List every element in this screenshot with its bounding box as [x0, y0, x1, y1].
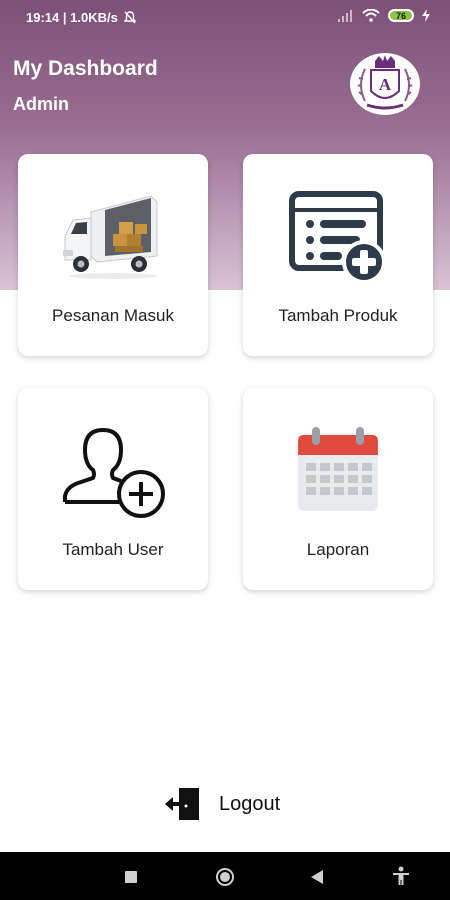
add-user-card[interactable]: Tambah User: [18, 388, 208, 590]
user-role: Admin: [13, 94, 69, 114]
delivery-truck-icon: [18, 188, 208, 284]
report-card[interactable]: Laporan: [243, 388, 433, 590]
status-left: 19:14 | 1.0KB/s: [26, 10, 136, 25]
calendar-icon: [243, 422, 433, 518]
app-logo: A: [350, 53, 420, 115]
charging-icon: [422, 9, 430, 22]
incoming-orders-card[interactable]: Pesanan Masuk: [18, 154, 208, 356]
status-bar: 19:14 | 1.0KB/s 76: [0, 0, 450, 36]
system-nav-bar: [0, 852, 450, 900]
logo-letter: A: [379, 75, 392, 94]
page-title: My Dashboard: [13, 57, 158, 80]
logout-icon: [165, 788, 199, 820]
logout-label: Logout: [219, 792, 281, 815]
back-icon[interactable]: [310, 869, 324, 885]
add-product-card[interactable]: Tambah Produk: [243, 154, 433, 356]
add-user-icon: [18, 422, 208, 518]
battery-icon: 76: [388, 9, 414, 22]
status-time-speed: 19:14 | 1.0KB/s: [26, 10, 118, 25]
incoming-orders-label: Pesanan Masuk: [52, 306, 174, 325]
notifications-off-icon: [123, 11, 136, 24]
recent-apps-icon[interactable]: [124, 870, 138, 884]
crest-logo-icon: A: [357, 55, 413, 110]
signal-icon: [338, 9, 352, 22]
logout-button[interactable]: Logout: [165, 786, 280, 822]
report-label: Laporan: [306, 540, 370, 559]
wifi-icon: [362, 9, 380, 22]
status-right: 76: [338, 9, 430, 22]
add-user-label: Tambah User: [62, 540, 164, 559]
accessibility-icon[interactable]: [392, 866, 410, 886]
add-list-icon: [243, 188, 433, 284]
home-icon[interactable]: [215, 867, 235, 887]
add-product-label: Tambah Produk: [278, 306, 398, 325]
